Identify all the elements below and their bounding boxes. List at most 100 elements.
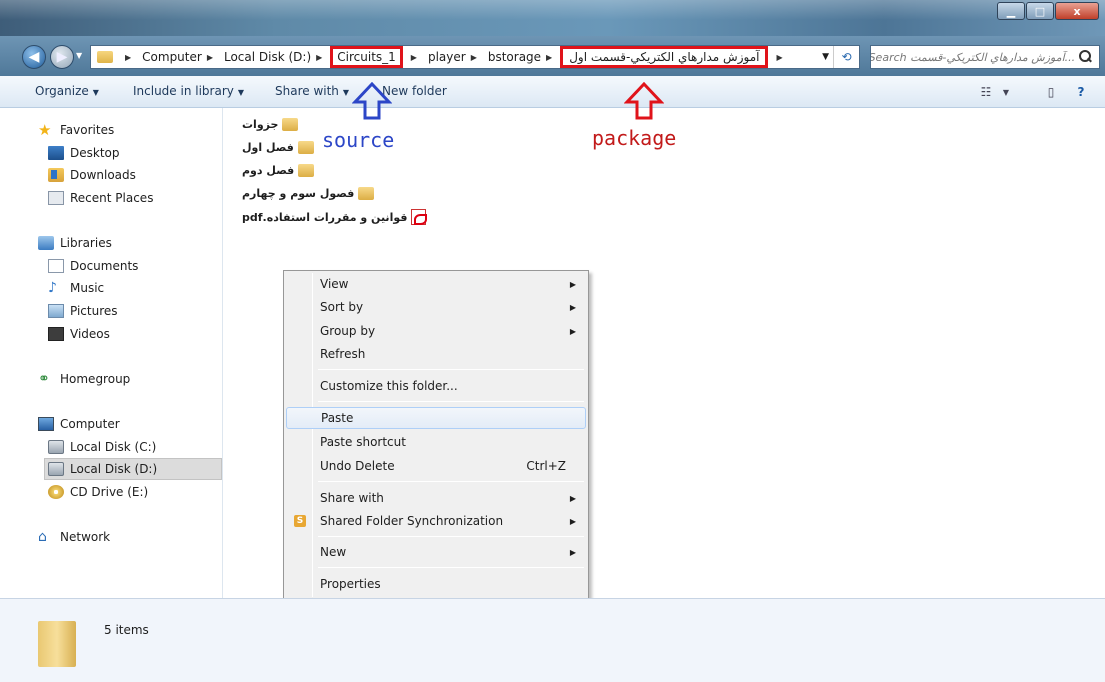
refresh-button[interactable]: ⟲: [833, 46, 859, 68]
breadcrumb-player[interactable]: player ▶: [425, 50, 485, 64]
breadcrumb-separator[interactable]: ▶: [117, 53, 139, 62]
menu-item-properties[interactable]: Properties: [286, 573, 586, 595]
menu-item-paste[interactable]: Paste: [286, 407, 586, 429]
sidebar-item-libraries[interactable]: Libraries: [38, 233, 112, 253]
breadcrumb-package-folder[interactable]: آموزش مدارهاي الكتريكي-قسمت اول: [560, 46, 769, 68]
arrow-right-icon: ▶: [56, 49, 68, 65]
share-with-button[interactable]: Share with ▼: [275, 84, 349, 98]
maximize-button[interactable]: □: [1026, 2, 1054, 20]
source-label: source: [322, 128, 395, 152]
preview-pane-icon[interactable]: ▯: [1040, 82, 1062, 102]
breadcrumb-bstorage[interactable]: bstorage ▶: [485, 50, 560, 64]
folder-icon: [97, 51, 113, 63]
documents-icon: [48, 259, 64, 273]
refresh-icon: ⟲: [841, 50, 852, 64]
submenu-arrow-icon: ▶: [569, 493, 576, 503]
breadcrumb-separator[interactable]: ▶: [403, 53, 425, 62]
star-icon: ★: [38, 121, 52, 139]
organize-button[interactable]: Organize ▼: [35, 84, 99, 98]
sidebar-item-desktop[interactable]: Desktop: [48, 143, 120, 163]
menu-item-view[interactable]: View ▶: [286, 273, 586, 295]
cd-drive-icon: [48, 485, 64, 499]
recent-pages-dropdown[interactable]: ▼: [76, 51, 86, 63]
package-arrow-icon: [624, 82, 664, 120]
menu-item-sort-by[interactable]: Sort by ▶: [286, 296, 586, 318]
file-item[interactable]: فصل دوم: [242, 164, 315, 177]
computer-icon: [38, 417, 54, 431]
sidebar-item-network[interactable]: ⌂ Network: [38, 527, 110, 547]
recent-places-icon: [48, 191, 64, 205]
homegroup-icon: ⚭: [38, 371, 50, 387]
sidebar-item-local-disk-c[interactable]: Local Disk (C:): [48, 437, 156, 457]
navigation-pane: ★ Favorites Desktop Downloads Recent Plac…: [0, 108, 223, 598]
search-icon: [1079, 50, 1093, 64]
sidebar-item-pictures[interactable]: Pictures: [48, 301, 118, 321]
menu-item-new[interactable]: New ▶: [286, 541, 586, 563]
file-item[interactable]: جزوات: [242, 118, 299, 131]
menu-item-refresh[interactable]: Refresh: [286, 343, 586, 365]
submenu-arrow-icon: ▶: [569, 547, 576, 557]
sidebar-item-local-disk-d[interactable]: Local Disk (D:): [44, 458, 222, 480]
include-in-library-button[interactable]: Include in library ▼: [133, 84, 244, 98]
drive-icon: [48, 462, 64, 476]
music-icon: ♪: [48, 280, 57, 296]
back-button[interactable]: ◀: [22, 45, 46, 69]
shortcut-label: Ctrl+Z: [526, 459, 566, 473]
folder-icon: [298, 164, 315, 177]
videos-icon: [48, 327, 64, 341]
close-button[interactable]: x: [1055, 2, 1099, 20]
submenu-arrow-icon: ▶: [569, 302, 576, 312]
address-row: ◀ ▶ ▼ ▶ Computer ▶ Local Disk (D:) ▶ Circu…: [0, 36, 1105, 76]
menu-item-paste-shortcut[interactable]: Paste shortcut: [286, 431, 586, 453]
breadcrumb-local-disk-d[interactable]: Local Disk (D:) ▶: [221, 50, 330, 64]
libraries-icon: [38, 236, 54, 250]
sidebar-item-music[interactable]: ♪ Music: [48, 278, 104, 298]
menu-separator: [318, 481, 584, 482]
menu-item-shared-folder-sync[interactable]: S Shared Folder Synchronization ▶: [286, 510, 586, 532]
menu-separator: [318, 401, 584, 402]
submenu-arrow-icon: ▶: [569, 279, 576, 289]
context-menu: View ▶ Sort by ▶ Group by ▶ Refresh Customi…: [283, 270, 589, 600]
menu-item-share-with[interactable]: Share with ▶: [286, 487, 586, 509]
address-dropdown[interactable]: ▼: [822, 52, 829, 62]
sidebar-item-recent-places[interactable]: Recent Places: [48, 188, 153, 208]
file-item[interactable]: فصول سوم و چهارم: [242, 187, 375, 200]
view-options-icon[interactable]: ☷: [975, 82, 997, 102]
source-arrow-icon: [352, 82, 392, 120]
file-item[interactable]: فصل اول: [242, 141, 314, 154]
sidebar-item-cd-drive[interactable]: CD Drive (E:): [48, 482, 148, 502]
details-pane: 5 items: [0, 598, 1105, 682]
view-options-dropdown[interactable]: ▼: [995, 82, 1017, 102]
desktop-icon: [48, 146, 64, 160]
minimize-button[interactable]: ▁: [997, 2, 1025, 20]
menu-item-customize-folder[interactable]: Customize this folder...: [286, 375, 586, 397]
submenu-arrow-icon: ▶: [569, 326, 576, 336]
menu-item-undo-delete[interactable]: Undo Delete Ctrl+Z: [286, 455, 586, 477]
folder-icon: [282, 118, 299, 131]
command-bar: Organize ▼ Include in library ▼ Share with…: [0, 76, 1105, 108]
arrow-left-icon: ◀: [28, 49, 40, 65]
sidebar-item-downloads[interactable]: Downloads: [48, 165, 136, 185]
breadcrumb-computer[interactable]: Computer ▶: [139, 50, 221, 64]
forward-button[interactable]: ▶: [50, 45, 74, 69]
item-count: 5 items: [104, 623, 149, 637]
sidebar-item-homegroup[interactable]: ⚭ Homegroup: [38, 369, 130, 389]
breadcrumb-circuits[interactable]: Circuits_1: [330, 46, 403, 68]
menu-separator: [318, 369, 584, 370]
drive-icon: [48, 440, 64, 454]
sync-icon: S: [294, 515, 306, 527]
sidebar-item-favorites[interactable]: ★ Favorites: [38, 120, 114, 140]
menu-item-group-by[interactable]: Group by ▶: [286, 320, 586, 342]
breadcrumb-separator[interactable]: ▶: [768, 53, 790, 62]
sidebar-item-documents[interactable]: Documents: [48, 256, 138, 276]
search-box[interactable]: ...آموزش مدارهاي الكتريكي-قسمت Search: [870, 45, 1100, 69]
sidebar-item-computer[interactable]: Computer: [38, 414, 120, 434]
sidebar-item-videos[interactable]: Videos: [48, 324, 110, 344]
title-glare: [0, 0, 1105, 20]
address-bar[interactable]: ▶ Computer ▶ Local Disk (D:) ▶ Circuits_1 …: [90, 45, 860, 69]
pdf-icon: [411, 209, 428, 225]
folder-icon: [358, 187, 375, 200]
file-item[interactable]: قوانين و مقررات استفاده.pdf: [242, 209, 428, 225]
help-icon[interactable]: ?: [1070, 82, 1092, 102]
search-input[interactable]: ...آموزش مدارهاي الكتريكي-قسمت Search: [871, 51, 1075, 64]
